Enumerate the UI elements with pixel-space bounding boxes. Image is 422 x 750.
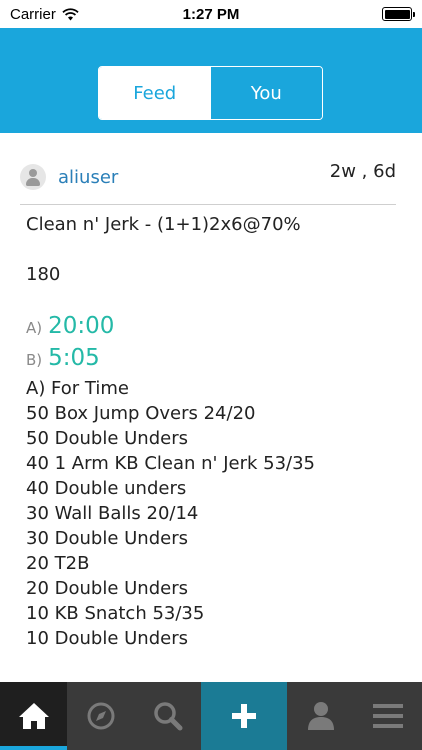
search-icon [152, 700, 184, 732]
result-b-prefix: B) [26, 351, 43, 369]
battery-full-icon [382, 7, 415, 21]
description-line: 30 Double Unders [26, 528, 188, 549]
tab-feed[interactable]: Feed [99, 67, 211, 119]
description-line: A) For Time [26, 378, 129, 399]
avatar-placeholder-icon[interactable] [20, 164, 46, 190]
add-icon [229, 701, 259, 731]
description-line: 50 Box Jump Overs 24/20 [26, 403, 256, 424]
workout-score: 180 [26, 264, 61, 285]
bottom-tab-bar [0, 682, 422, 750]
profile-icon [306, 700, 336, 732]
result-b-value: 5:05 [48, 345, 100, 371]
description-line: 20 T2B [26, 553, 90, 574]
description-line: 40 1 Arm KB Clean n' Jerk 53/35 [26, 453, 316, 474]
status-bar: Carrier 1:27 PM [0, 0, 422, 28]
description-line: 10 Double Unders [26, 628, 188, 649]
description-line: 40 Double unders [26, 478, 187, 499]
tab-explore[interactable] [67, 682, 134, 750]
header: Feed You [0, 28, 422, 133]
post-timestamp: 2w , 6d [329, 161, 396, 182]
tab-menu[interactable] [354, 682, 421, 750]
tab-add[interactable] [201, 682, 287, 750]
status-left: Carrier [10, 6, 79, 23]
wifi-icon [62, 7, 79, 21]
post-header: aliuser 2w , 6d [20, 161, 396, 205]
feed-you-segmented-control: Feed You [98, 66, 323, 120]
home-icon [18, 701, 50, 731]
carrier-label: Carrier [10, 5, 56, 23]
compass-icon [86, 701, 116, 731]
description-line: 10 KB Snatch 53/35 [26, 603, 205, 624]
description-line: 20 Double Unders [26, 578, 188, 599]
post-divider [20, 204, 396, 205]
feed-content: aliuser 2w , 6d Clean n' Jerk - (1+1)2x6… [0, 133, 422, 682]
menu-icon [372, 702, 404, 730]
tab-profile[interactable] [287, 682, 354, 750]
description-line: 30 Wall Balls 20/14 [26, 503, 199, 524]
result-a-prefix: A) [26, 319, 43, 337]
result-b: B) 5:05 [26, 345, 100, 371]
description-line: 50 Double Unders [26, 428, 188, 449]
tab-you[interactable]: You [210, 67, 322, 119]
tab-home[interactable] [0, 682, 67, 750]
result-a: A) 20:00 [26, 313, 114, 339]
workout-title: Clean n' Jerk - (1+1)2x6@70% [26, 214, 301, 235]
tab-search[interactable] [134, 682, 201, 750]
result-a-value: 20:00 [48, 313, 115, 339]
post-username[interactable]: aliuser [58, 167, 118, 188]
